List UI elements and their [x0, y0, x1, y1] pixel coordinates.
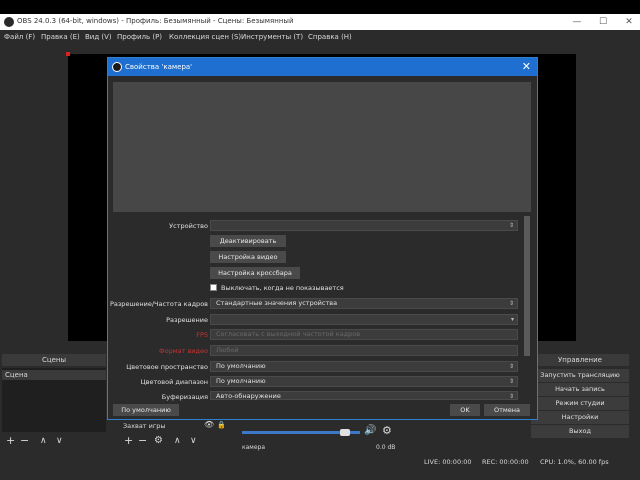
remove-icon[interactable]: −	[20, 434, 29, 448]
obs-logo-icon	[4, 17, 14, 27]
sources-toolbar: + − ⚙ ∧ ∨	[120, 434, 232, 448]
menu-bar: Файл (F) Правка (E) Вид (V) Профиль (P) …	[0, 30, 640, 44]
gear-icon[interactable]: ⚙	[154, 434, 163, 448]
cpu-status: CPU: 1.0%, 60.00 fps	[540, 458, 609, 466]
video-format-select: Любой	[210, 345, 518, 356]
fps-label: FPS	[196, 331, 208, 339]
start-streaming-button[interactable]: Запустить трансляцию	[531, 369, 629, 382]
scrollbar-thumb[interactable]	[524, 216, 530, 356]
buffering-label: Буферизация	[161, 393, 208, 401]
scenes-toolbar: + − ∧ ∨	[2, 434, 106, 448]
remove-icon[interactable]: −	[138, 434, 147, 448]
move-up-icon[interactable]: ∧	[174, 434, 181, 448]
menu-tools[interactable]: Инструменты (T)	[241, 33, 303, 41]
spin-arrows-icon: ⇕	[508, 393, 514, 400]
color-space-select[interactable]: По умолчанию ⇕	[210, 361, 518, 372]
deactivate-when-hidden-checkbox[interactable]	[210, 284, 217, 291]
menu-view[interactable]: Вид (V)	[85, 33, 112, 41]
lock-icon[interactable]: 🔒	[217, 421, 226, 429]
res-fps-label: Разрешение/Частота кадров	[109, 300, 208, 308]
audio-level: 0.0 dB	[376, 444, 396, 451]
properties-dialog: Свойства 'камера' ✕ Устройство ⇕ Деактив…	[107, 57, 538, 420]
scenes-list: Сцена	[2, 368, 106, 432]
color-range-label: Цветовой диапазон	[140, 378, 208, 386]
resolution-select[interactable]: ▾	[210, 314, 518, 325]
close-button[interactable]: ✕	[622, 16, 636, 28]
spin-arrows-icon: ⇕	[508, 300, 514, 307]
video-setup-button[interactable]: Настройка видео	[210, 251, 286, 263]
live-status: LIVE: 00:00:00	[424, 458, 472, 466]
dialog-title-bar: Свойства 'камера' ✕	[108, 58, 537, 76]
dialog-preview	[113, 82, 531, 212]
deactivate-button[interactable]: Деактивировать	[210, 235, 286, 247]
menu-edit[interactable]: Правка (E)	[41, 33, 80, 41]
studio-mode-button[interactable]: Режим студии	[531, 397, 629, 410]
move-down-icon[interactable]: ∨	[190, 434, 197, 448]
color-range-select[interactable]: По умолчанию ⇕	[210, 376, 518, 387]
fps-select: Согласовать с выходной частотой кадров	[210, 329, 518, 340]
color-space-label: Цветовое пространство	[126, 363, 208, 371]
move-down-icon[interactable]: ∨	[56, 434, 63, 448]
res-fps-select[interactable]: Стандартные значения устройства ⇕	[210, 298, 518, 309]
controls-dock-header: Управление	[531, 354, 629, 366]
source-handle[interactable]	[66, 52, 70, 56]
buffering-select[interactable]: Авто-обнаружение ⇕	[210, 391, 518, 400]
minimize-button[interactable]: —	[570, 16, 584, 28]
cancel-button[interactable]: Отмена	[484, 404, 530, 416]
move-up-icon[interactable]: ∧	[40, 434, 47, 448]
volume-slider-handle[interactable]	[340, 429, 350, 436]
spin-arrows-icon: ⇕	[508, 222, 514, 229]
title-bar: OBS 24.0.3 (64-bit, windows) - Профиль: …	[0, 14, 640, 30]
sources-list: Захват игры 👁 🔒	[120, 420, 232, 432]
device-label: Устройство	[169, 222, 208, 230]
rec-status: REC: 00:00:00	[482, 458, 529, 466]
eye-icon[interactable]: 👁	[204, 420, 214, 429]
settings-button[interactable]: Настройки	[531, 411, 629, 424]
audio-mixer: 🔊 ⚙ камера 0.0 dB	[240, 420, 410, 451]
menu-help[interactable]: Справка (H)	[308, 33, 352, 41]
menu-file[interactable]: Файл (F)	[4, 33, 35, 41]
exit-button[interactable]: Выход	[531, 425, 629, 438]
speaker-icon[interactable]: 🔊	[364, 425, 376, 436]
checkbox-label: Выключать, когда не показывается	[221, 284, 344, 292]
resolution-label: Разрешение	[166, 316, 208, 324]
gear-icon[interactable]: ⚙	[382, 424, 392, 437]
device-select[interactable]: ⇕	[210, 220, 518, 231]
start-recording-button[interactable]: Начать запись	[531, 383, 629, 396]
maximize-button[interactable]: ☐	[596, 16, 610, 28]
crossbar-setup-button[interactable]: Настройка кроссбара	[210, 267, 300, 279]
add-icon[interactable]: +	[6, 434, 15, 448]
source-item[interactable]: Захват игры	[123, 422, 166, 430]
scenes-dock-header: Сцены	[2, 354, 106, 366]
ok-button[interactable]: OK	[450, 404, 480, 416]
chevron-down-icon: ▾	[510, 316, 514, 323]
spin-arrows-icon: ⇕	[508, 378, 514, 385]
scene-item[interactable]: Сцена	[2, 370, 106, 380]
defaults-button[interactable]: По умолчанию	[113, 404, 179, 416]
obs-logo-icon	[112, 62, 122, 72]
audio-source-label: камера	[242, 444, 266, 451]
menu-scene-collection[interactable]: Коллекция сцен (S)	[169, 33, 241, 41]
window-title: OBS 24.0.3 (64-bit, windows) - Профиль: …	[17, 17, 294, 25]
spin-arrows-icon: ⇕	[508, 363, 514, 370]
properties-scrollbar[interactable]	[524, 216, 530, 356]
dialog-close-button[interactable]: ✕	[522, 60, 531, 73]
status-bar: LIVE: 00:00:00 REC: 00:00:00 CPU: 1.0%, …	[0, 453, 640, 480]
video-format-label: Формат видео	[159, 347, 208, 355]
add-icon[interactable]: +	[124, 434, 133, 448]
menu-profile[interactable]: Профиль (P)	[117, 33, 162, 41]
dialog-title: Свойства 'камера'	[125, 63, 193, 71]
